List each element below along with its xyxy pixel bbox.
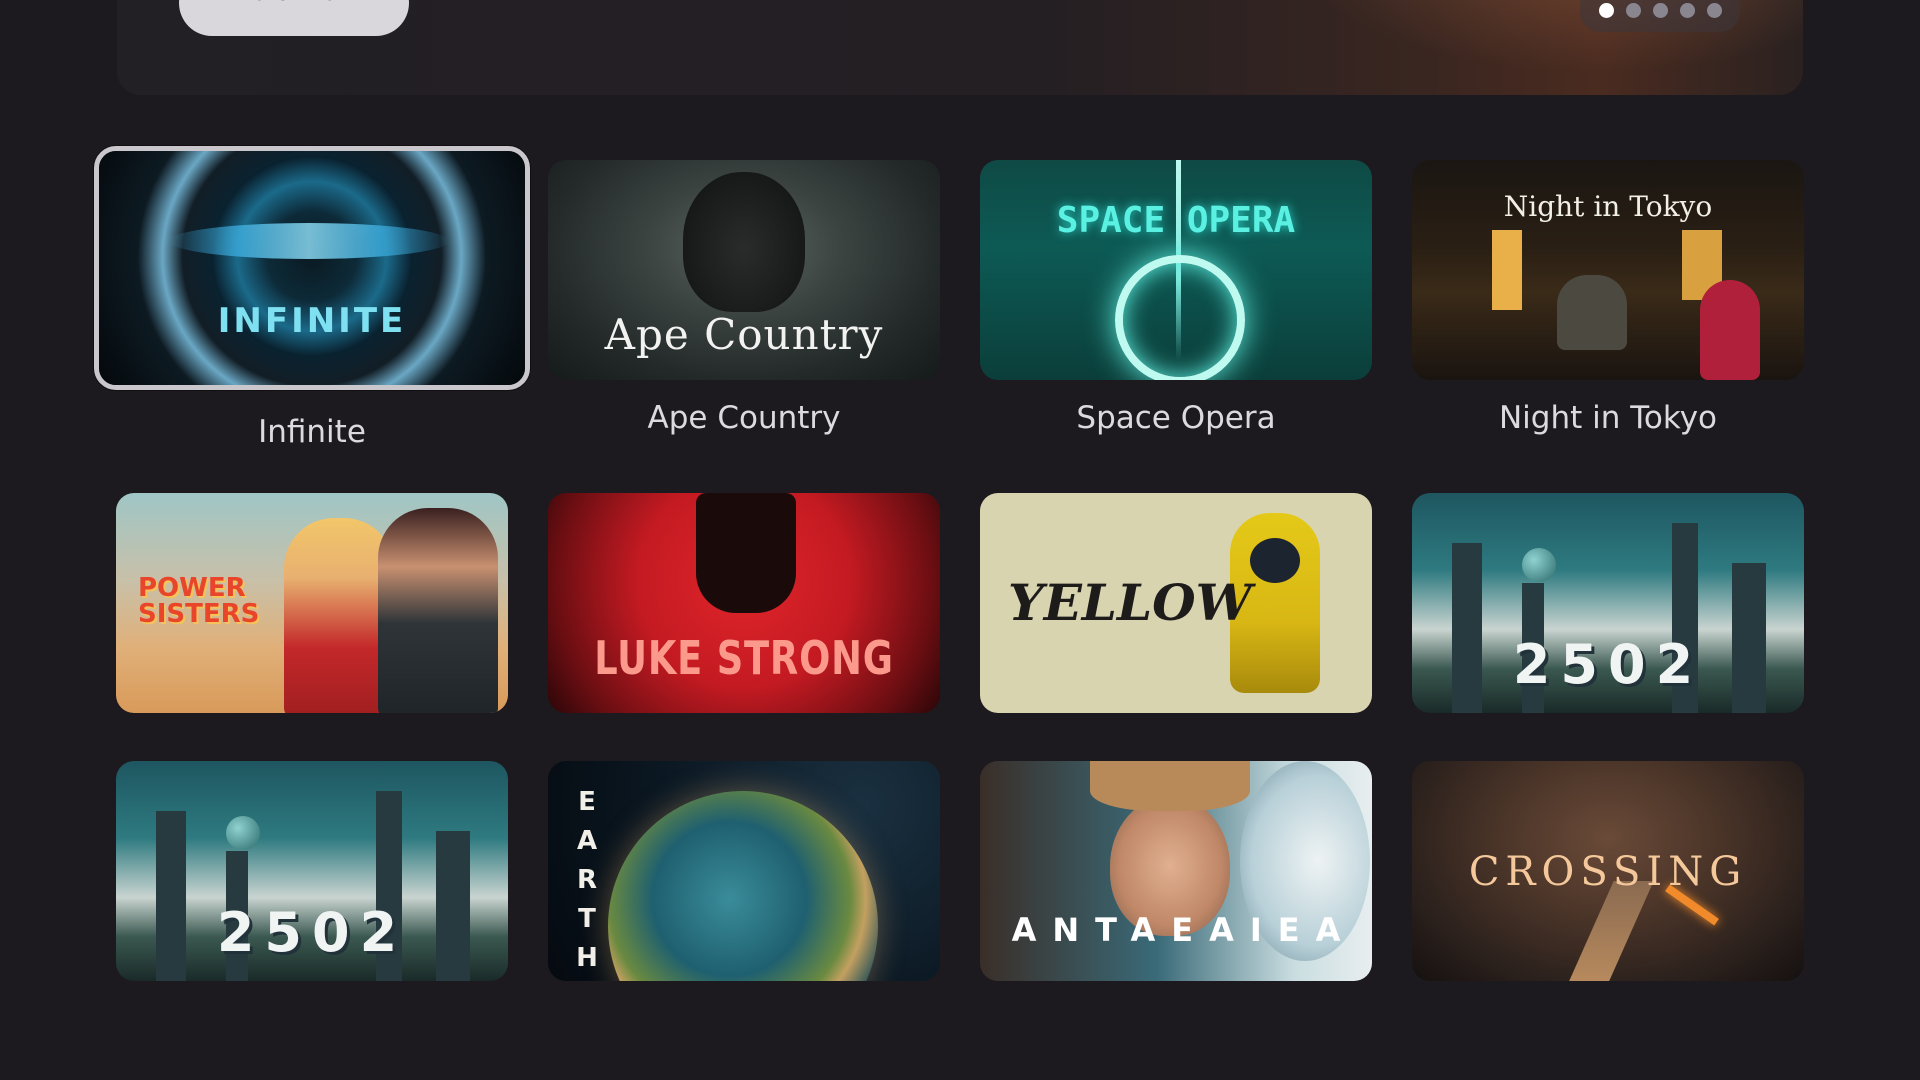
title-card-2502[interactable]: 2502 [1412,493,1804,713]
carousel-dot-5[interactable] [1706,3,1722,18]
poster-title-text: 2502 [1512,633,1704,696]
title-card-earth[interactable]: EARTH [548,761,940,981]
title-card-yellow[interactable]: YELLOW [980,493,1372,713]
carousel-dot-2[interactable] [1625,3,1641,18]
title-card-label: Infinite [258,414,366,450]
title-card-night-in-tokyo[interactable]: Night in Tokyo [1412,160,1804,380]
carousel-dot-3[interactable] [1652,3,1668,18]
title-card-ape-country[interactable]: Ape Country [548,160,940,380]
poster-art: Ape Country [548,160,940,380]
poster-figure [1522,548,1556,582]
poster-art: LUKE STRONG [548,493,940,713]
poster-title-text: EARTH [576,787,598,973]
carousel-dot-4[interactable] [1679,3,1695,18]
poster-figure [1115,255,1245,380]
poster-title-text: INFINITE [217,301,407,341]
poster-art: EARTH [548,761,940,981]
poster-title-text: 2502 [216,901,408,964]
poster-title-text: SPACE OPERA [1056,200,1296,241]
title-card-label: Ape Country [647,400,841,436]
poster-figure [1090,761,1250,811]
poster-art: CROSSING [1412,761,1804,981]
poster-title-text: Night in Tokyo [1503,190,1713,223]
title-card-crossing[interactable]: CROSSING [1412,761,1804,981]
poster-art: Night in Tokyo [1412,160,1804,380]
poster-title-text: YELLOW [1008,573,1252,632]
title-card-label: Night in Tokyo [1498,400,1718,436]
poster-figure [1492,230,1522,310]
poster-art: POWER SISTERS [116,493,508,713]
carousel-dot-1[interactable] [1598,3,1614,18]
poster-figure [608,791,878,981]
poster-art: 2502 [116,761,508,981]
poster-figure [1250,538,1300,583]
title-card-luke-strong[interactable]: LUKE STRONG [548,493,940,713]
carousel-pagination [1580,0,1740,32]
poster-figure [226,816,260,850]
poster-title-text: LUKE STRONG [594,631,894,685]
title-card-label: Space Opera [1076,400,1276,436]
title-card-infinite[interactable]: INFINITE [94,146,530,390]
poster-art: 2502 [1412,493,1804,713]
poster-figure [378,508,498,713]
poster-figure [1557,275,1627,350]
title-card-power-sisters[interactable]: POWER SISTERS [116,493,508,713]
poster-title-text: CROSSING [1468,849,1748,895]
poster-figure [683,172,805,312]
title-card-2502-alt[interactable]: 2502 [116,761,508,981]
poster-art: YELLOW [980,493,1372,713]
poster-art: SPACE OPERA [980,160,1372,380]
poster-figure [1700,280,1760,380]
watch-now-button[interactable]: Watch now [179,0,409,36]
title-card-space-opera[interactable]: SPACE OPERA [980,160,1372,380]
poster-art: ANTAEAIEA [980,761,1372,981]
poster-art: INFINITE [99,151,525,385]
poster-title-text: ANTAEAIEA [1011,911,1357,949]
poster-title-text: POWER SISTERS [138,573,260,629]
poster-title-text: Ape Country [604,310,884,359]
title-card-antaeaiea[interactable]: ANTAEAIEA [980,761,1372,981]
poster-figure [1560,881,1654,981]
poster-figure [696,493,796,613]
poster-figure [169,223,449,259]
